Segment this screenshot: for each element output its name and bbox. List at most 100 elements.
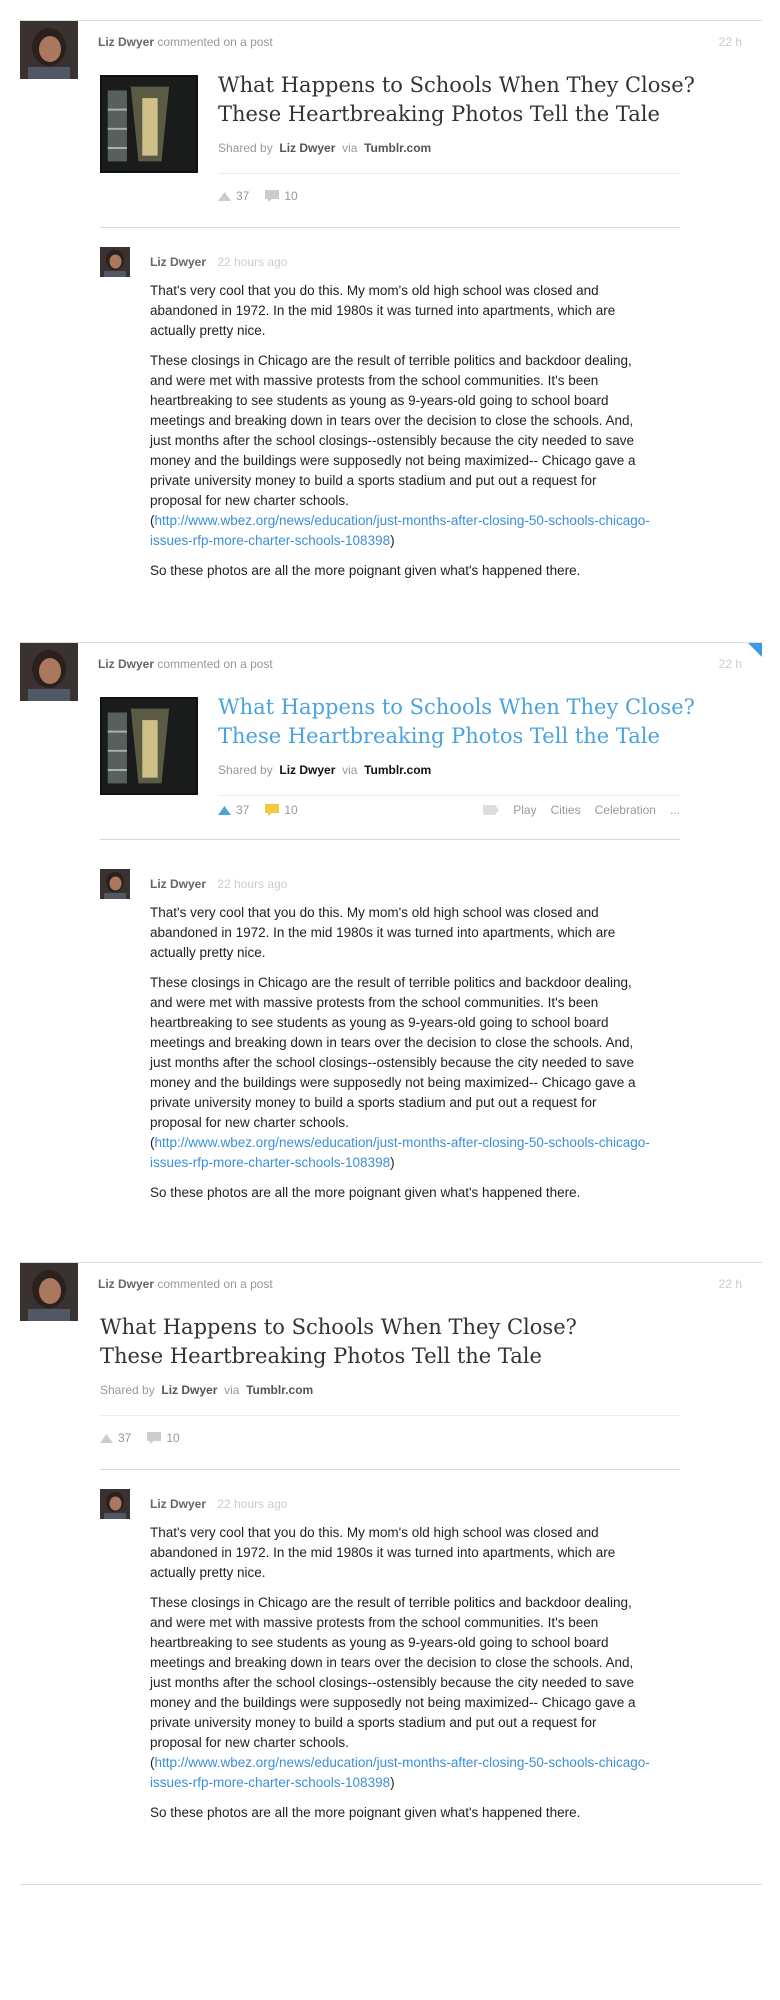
shared-by-line: Shared by Liz Dwyer via Tumblr.com: [100, 1383, 313, 1397]
shared-by-line: Shared by Liz Dwyer via Tumblr.com: [218, 141, 431, 155]
shared-by-user-link[interactable]: Liz Dwyer: [161, 1383, 217, 1397]
comment-button[interactable]: 10: [265, 189, 298, 203]
user-avatar[interactable]: [20, 643, 78, 701]
comment-button[interactable]: 10: [147, 1431, 180, 1445]
link-close-paren: ): [390, 533, 395, 548]
tag-link[interactable]: Play: [513, 803, 536, 817]
comment-count: 10: [284, 803, 298, 817]
upvote-count: 37: [236, 803, 250, 817]
comment-time: 22 hours ago: [217, 255, 288, 269]
feed-card: Liz Dwyer commented on a post 22 h What …: [20, 1262, 762, 1863]
source-link[interactable]: Tumblr.com: [246, 1383, 313, 1397]
comment-count: 10: [284, 189, 298, 203]
comment-icon: [147, 1432, 162, 1444]
comment-icon: [265, 804, 280, 816]
post-thumbnail[interactable]: [100, 697, 198, 795]
commenter-avatar[interactable]: [100, 869, 130, 899]
comment-paragraph: These closings in Chicago are the result…: [150, 351, 650, 551]
divider: [100, 1415, 680, 1416]
post-title-link[interactable]: What Happens to Schools When They Close?…: [218, 71, 698, 129]
divider: [100, 839, 680, 840]
via-label: via: [342, 763, 358, 777]
new-indicator-corner: [748, 643, 762, 657]
comment-time: 22 hours ago: [217, 877, 288, 891]
comment-body: That's very cool that you do this. My mo…: [150, 281, 650, 591]
tag-link[interactable]: Celebration: [595, 803, 656, 817]
comment-link[interactable]: http://www.wbez.org/news/education/just-…: [150, 1135, 650, 1170]
shared-by-label: Shared by: [100, 1383, 155, 1397]
via-label: via: [224, 1383, 240, 1397]
shared-by-label: Shared by: [218, 141, 273, 155]
upvote-button[interactable]: 37: [218, 189, 249, 203]
comment-body: That's very cool that you do this. My mo…: [150, 903, 650, 1213]
user-avatar[interactable]: [20, 1263, 78, 1321]
shared-by-label: Shared by: [218, 763, 273, 777]
divider: [218, 795, 680, 796]
feed-card: Liz Dwyer commented on a post 22 h What …: [20, 20, 762, 621]
post-title-link[interactable]: What Happens to Schools When They Close?…: [218, 693, 698, 751]
link-close-paren: ): [390, 1155, 395, 1170]
user-name-link[interactable]: Liz Dwyer: [98, 35, 154, 49]
divider: [100, 1469, 680, 1470]
shared-by-user-link[interactable]: Liz Dwyer: [279, 763, 335, 777]
commenter-avatar[interactable]: [100, 1489, 130, 1519]
comment-link[interactable]: http://www.wbez.org/news/education/just-…: [150, 1755, 650, 1790]
comment-link[interactable]: http://www.wbez.org/news/education/just-…: [150, 513, 650, 548]
activity-time: 22 h: [718, 657, 742, 671]
activity-action: commented on a post: [157, 35, 273, 49]
post-tags: Play Cities Celebration ...: [483, 803, 680, 817]
comment-paragraph: So these photos are all the more poignan…: [150, 563, 581, 578]
comment-paragraph: That's very cool that you do this. My mo…: [150, 283, 616, 338]
post-thumbnail[interactable]: [100, 75, 198, 173]
post-stats: 37 10: [100, 1431, 196, 1445]
activity-time: 22 h: [718, 1277, 742, 1291]
comment-meta: Liz Dwyer 22 hours ago: [150, 255, 287, 269]
upvote-icon: [218, 191, 231, 201]
comment-paragraph: So these photos are all the more poignan…: [150, 1185, 581, 1200]
commenter-name-link[interactable]: Liz Dwyer: [150, 1497, 206, 1511]
activity-action: commented on a post: [157, 657, 273, 671]
user-avatar[interactable]: [20, 21, 78, 79]
comment-paragraph: So these photos are all the more poignan…: [150, 1805, 581, 1820]
shared-by-line: Shared by Liz Dwyer via Tumblr.com: [218, 763, 431, 777]
link-close-paren: ): [390, 1775, 395, 1790]
user-name-link[interactable]: Liz Dwyer: [98, 657, 154, 671]
upvote-button[interactable]: 37: [100, 1431, 131, 1445]
comment-meta: Liz Dwyer 22 hours ago: [150, 1497, 287, 1511]
commenter-avatar[interactable]: [100, 247, 130, 277]
tag-link[interactable]: Cities: [551, 803, 581, 817]
user-name-link[interactable]: Liz Dwyer: [98, 1277, 154, 1291]
post-stats: 37 10: [218, 803, 314, 817]
commenter-name-link[interactable]: Liz Dwyer: [150, 255, 206, 269]
comment-paragraph-text: These closings in Chicago are the result…: [150, 1595, 636, 1750]
feed-bottom-divider: [20, 1884, 762, 1885]
commenter-name-link[interactable]: Liz Dwyer: [150, 877, 206, 891]
comment-time: 22 hours ago: [217, 1497, 288, 1511]
feed-card-hovered: Liz Dwyer commented on a post 22 h What …: [20, 642, 762, 1263]
upvote-icon: [100, 1433, 113, 1443]
upvote-count: 37: [118, 1431, 132, 1445]
source-link[interactable]: Tumblr.com: [364, 141, 431, 155]
comment-icon: [265, 190, 280, 202]
activity-headline: Liz Dwyer commented on a post: [98, 657, 273, 671]
comment-paragraph: That's very cool that you do this. My mo…: [150, 905, 616, 960]
post-title-link[interactable]: What Happens to Schools When They Close?…: [100, 1313, 640, 1371]
via-label: via: [342, 141, 358, 155]
divider: [100, 227, 680, 228]
activity-time: 22 h: [718, 35, 742, 49]
comment-meta: Liz Dwyer 22 hours ago: [150, 877, 287, 891]
tag-icon: [483, 805, 500, 815]
comment-count: 10: [166, 1431, 180, 1445]
comment-paragraph-text: These closings in Chicago are the result…: [150, 975, 636, 1130]
divider: [218, 173, 680, 174]
comment-paragraph: These closings in Chicago are the result…: [150, 973, 650, 1173]
comment-paragraph: That's very cool that you do this. My mo…: [150, 1525, 616, 1580]
upvote-button[interactable]: 37: [218, 803, 249, 817]
post-stats: 37 10: [218, 189, 314, 203]
comment-button[interactable]: 10: [265, 803, 298, 817]
shared-by-user-link[interactable]: Liz Dwyer: [279, 141, 335, 155]
source-link[interactable]: Tumblr.com: [364, 763, 431, 777]
comment-paragraph-text: These closings in Chicago are the result…: [150, 353, 636, 508]
comment-paragraph: These closings in Chicago are the result…: [150, 1593, 650, 1793]
more-tags-button[interactable]: ...: [670, 803, 680, 817]
